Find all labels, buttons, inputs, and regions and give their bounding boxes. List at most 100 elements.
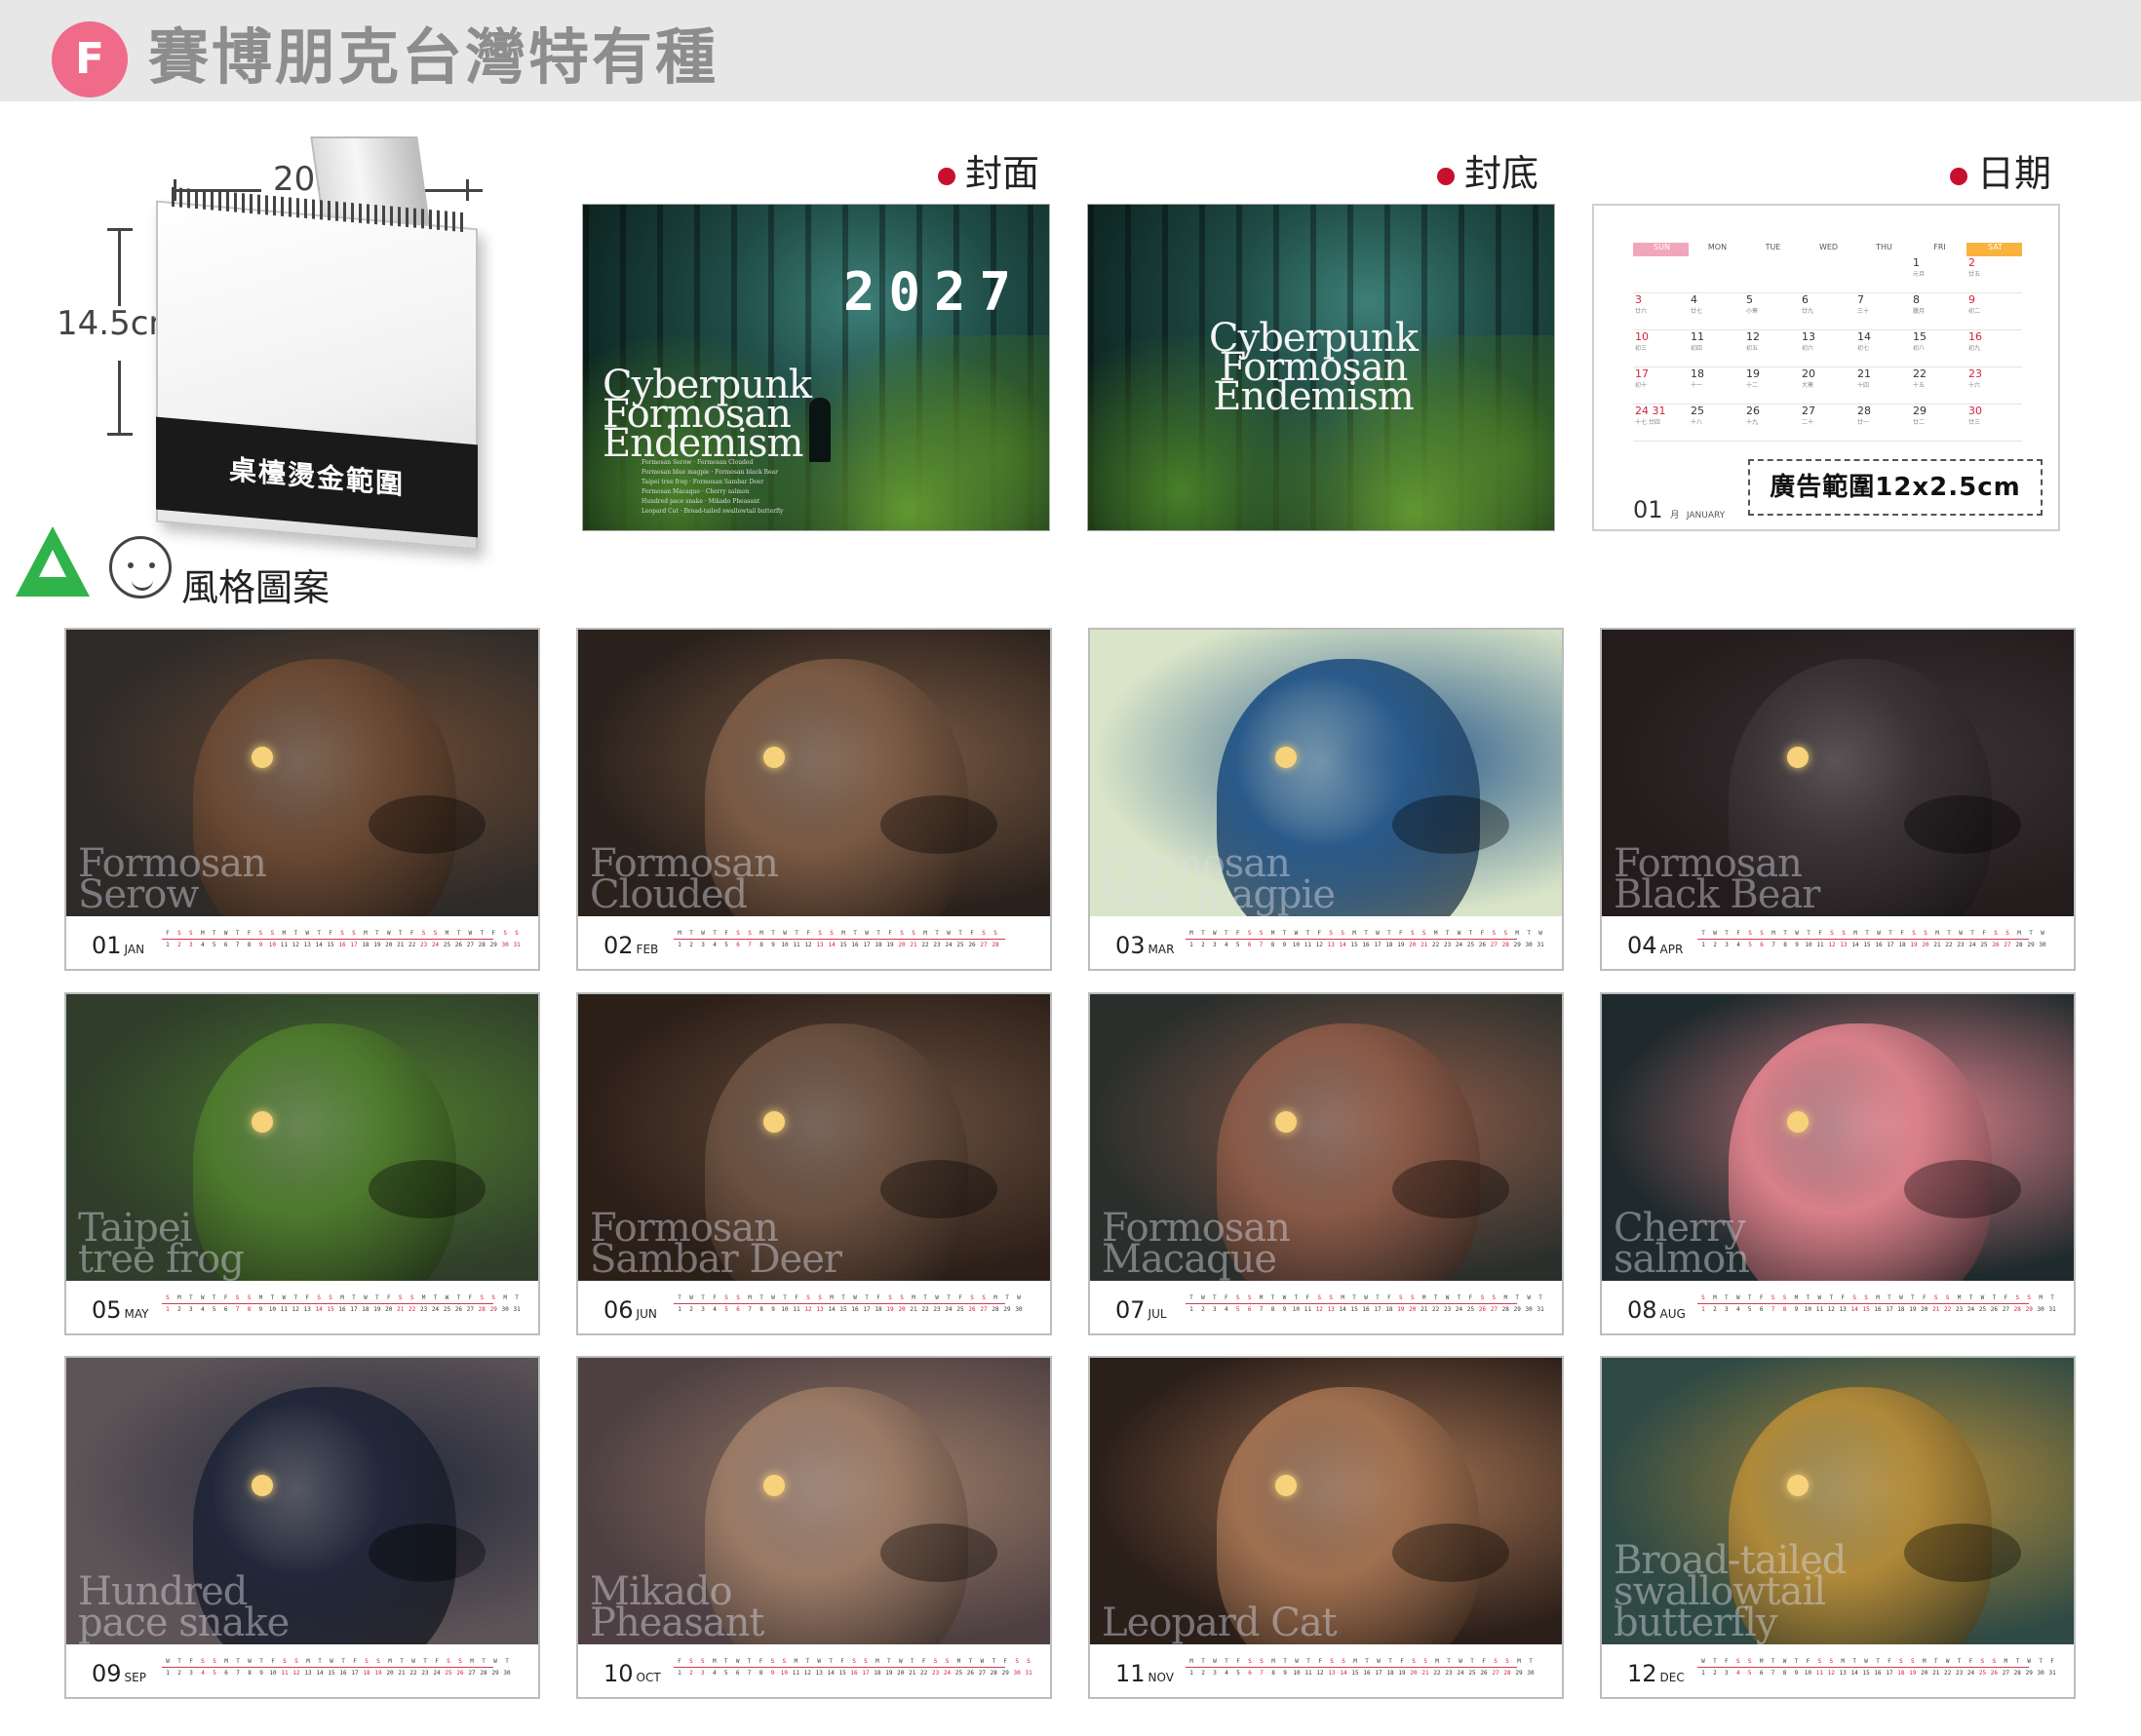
day-number: 31 (1025, 1670, 1032, 1677)
day-number: 6 (1759, 1670, 1764, 1677)
weekday-letter: S (1994, 930, 1998, 937)
day-number: 24 (1968, 942, 1976, 948)
weekday-letter: F (970, 930, 974, 937)
day-number: 5 (1748, 942, 1752, 948)
day-number: 11 (1304, 1306, 1311, 1313)
weekday-letter: F (1387, 1294, 1391, 1301)
weekday-letter: W (1459, 1658, 1462, 1665)
animal-name: Formosan Sambar Deer (590, 1206, 842, 1281)
day-number: 18 (362, 942, 370, 948)
weekday-letter: F (386, 1294, 391, 1301)
day-number: 20 (1409, 1306, 1417, 1313)
day-number: 22 (921, 1306, 929, 1313)
weekday-letter: S (1864, 1294, 1868, 1301)
day-cell: 6 廿九 (1800, 293, 1855, 330)
day-cell: 26 十九 (1744, 405, 1800, 442)
day-number: 26 (968, 1306, 976, 1313)
weekday-letter: T (1957, 1658, 1962, 1665)
weekday-letter: T (887, 1658, 891, 1665)
red-dot-icon (1437, 167, 1455, 185)
weekday-letter: S (1830, 930, 1834, 937)
weekday-letter: T (375, 1294, 379, 1301)
day-number: 13 (1327, 942, 1335, 948)
weekday-letter: W (771, 1294, 775, 1301)
day-number: 3 (701, 1306, 705, 1313)
day-number: 9 (1282, 942, 1287, 948)
day-number: 9 (771, 1306, 775, 1313)
weekday-letter: T (1364, 930, 1368, 937)
month-card-jan: Formosan Serow 01 JAN F S S M T W T F S S M T W T F S S M T W T F… (64, 628, 540, 971)
day-number: 21 (398, 1670, 406, 1677)
weekday-header: SUN MON TUE WED THU FRI SAT (1633, 243, 2023, 256)
weekday-letter: F (724, 930, 728, 937)
animal-name: Formosan Macaque (1102, 1206, 1291, 1281)
day-number: 1 (678, 1670, 681, 1677)
day-number: 2 (1713, 942, 1717, 948)
day-number: 10 (269, 1670, 277, 1677)
weekday-letter: S (1329, 1294, 1334, 1301)
day-strip: TWTFSSMTWTFSSMTWTFSSMTWTFSSMTW1234567891… (674, 1294, 1034, 1320)
weekday-letter: F (1968, 1658, 1973, 1665)
weekday-letter: T (1470, 1658, 1474, 1665)
weekday-letter: S (852, 1658, 856, 1665)
day-number: 15 (1862, 1670, 1870, 1677)
weekday-letter: T (2029, 930, 2033, 937)
weekday-letter: S (900, 1294, 904, 1301)
weekday-letter: M (1421, 1294, 1426, 1301)
weekday-letter: T (1829, 1294, 1834, 1301)
day-number: 29 (1003, 1306, 1011, 1313)
day-number: 30 (2037, 1306, 2044, 1313)
back-cover: Cyberpunk Formosan Endemism (1087, 204, 1555, 531)
weekday-letter: W (1364, 1294, 1368, 1301)
weekday-letter: S (1899, 1658, 1903, 1665)
day-cell: 28 廿一 (1855, 405, 1911, 442)
day-number: 7 (1771, 942, 1775, 948)
day-number: 22 (920, 1670, 928, 1677)
day-number: 26 (968, 942, 976, 948)
weekday-letter: F (305, 1294, 310, 1301)
month-number: 09 SEP (92, 1660, 146, 1687)
dimension-line (118, 361, 121, 435)
weekday-letter: W (1899, 1294, 1903, 1301)
day-number: 19 (1397, 1306, 1405, 1313)
day-number: 26 (966, 1670, 975, 1677)
day-number: 4 (713, 942, 717, 948)
day-number: 3 (1725, 1306, 1729, 1313)
weekday-letter: M (1957, 1294, 1962, 1301)
day-number: 31 (1537, 1306, 1544, 1313)
day-number: 29 (1001, 1670, 1009, 1677)
day-number: 14 (1850, 1306, 1858, 1313)
day-number: 1 (166, 942, 170, 948)
weekday-letter: W (493, 1658, 497, 1665)
weekday-letter: S (933, 1658, 938, 1665)
day-number: 21 (1421, 1670, 1429, 1677)
day-number: 22 (1944, 1306, 1952, 1313)
day-number: 26 (1480, 1670, 1488, 1677)
weekday-letter: S (270, 930, 275, 937)
day-number: 27 (468, 1670, 476, 1677)
day-number: 11 (1304, 1670, 1312, 1677)
weekday-letter: T (212, 930, 216, 937)
weekday-letter: T (689, 930, 693, 937)
weekday-letter: T (1529, 1658, 1533, 1665)
weekday-letter: F (840, 1658, 844, 1665)
day-number: 12 (1828, 942, 1836, 948)
day-number: 7 (747, 1670, 752, 1677)
month-footer: 01 JAN F S S M T W T F S S M T W T F S S M T W T F S S M T W T F S S 1 2 3 4… (66, 916, 538, 969)
red-dot-icon (1950, 167, 1967, 185)
weekday-letter: T (771, 930, 775, 937)
day-number: 22 (1432, 942, 1440, 948)
month-card-feb: Formosan Clouded 02 FEB M T W T F S S M T W T F S S M T W T F S… (576, 628, 1052, 971)
day-number: 2 (177, 1306, 181, 1313)
weekday-letter: T (1992, 1294, 1997, 1301)
weekday-letter: W (1376, 930, 1380, 937)
day-number: 22 (1432, 1306, 1440, 1313)
weekday-letter: S (945, 1658, 950, 1665)
weekday-letter: M (1794, 1294, 1799, 1301)
day-cell (1633, 256, 1689, 293)
day-number: 19 (885, 1670, 893, 1677)
weekday-letter: S (365, 1658, 369, 1665)
weekday-letter: F (329, 930, 332, 937)
day-number: 6 (223, 1306, 228, 1313)
day-number: 8 (1782, 1306, 1787, 1313)
